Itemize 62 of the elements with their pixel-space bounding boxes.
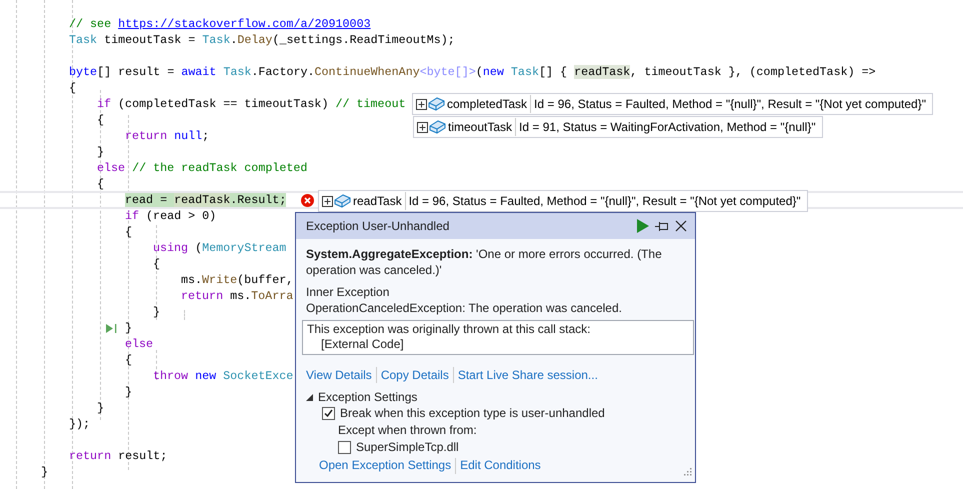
checkbox[interactable] [338,441,351,454]
continue-icon[interactable] [637,219,649,233]
code-line: return null; [125,128,210,144]
code-line: ms.Write(buffer, [181,272,294,288]
expand-icon[interactable] [417,122,428,132]
code-line: throw new SocketExce [153,368,294,384]
variable-name: completedTask [445,95,532,113]
variable-value: Id = 96, Status = Faulted, Method = "{null}", Result = "{Not yet computed}" [408,194,801,208]
object-icon [428,96,445,112]
checkbox-label: SuperSimpleTcp.dll [356,439,459,456]
checkbox-label: Break when this exception type is user-unhandled [340,405,605,422]
details-link[interactable]: View Details [306,367,372,383]
object-icon [429,119,446,135]
variable-value: Id = 96, Status = Faulted, Method = "{null}", Result = "{Not yet computed}" [533,97,926,111]
object-icon [334,193,351,209]
code-line: { [153,256,160,272]
code-line: }); [69,416,90,432]
code-line: { [97,112,104,128]
variable-name: timeoutTask [446,118,516,136]
except-label: Except when thrown from: [338,422,478,439]
code-line: } [153,304,160,320]
details-link[interactable]: Start Live Share session... [458,367,598,383]
code-line: if (read > 0) [125,208,216,224]
variable-name: readTask [351,192,406,210]
details-link[interactable]: Copy Details [380,367,449,383]
popup-title: Exception User-Unhandled [306,219,450,233]
call-stack-heading: This exception was originally thrown at this call stack: [307,322,592,337]
code-line: } [97,400,104,416]
code-line: { [97,176,104,192]
code-line: using (MemoryStream [153,240,286,256]
expander-icon[interactable] [306,394,313,400]
run-to-click-icon[interactable] [106,324,117,333]
inner-exception-heading: Inner Exception [306,284,390,300]
checkbox[interactable] [322,407,335,420]
variable-value: Id = 91, Status = WaitingForActivation, Method = "{null}" [518,120,816,134]
resize-grip-icon[interactable] [684,468,692,476]
code-line: else [125,336,154,352]
settings-heading: Exception Settings [318,389,418,405]
code-line: return result; [69,448,168,464]
inner-exception-message: OperationCanceledException: The operation was canceled. [306,300,623,316]
code-line: { [125,224,132,240]
code-line: Task timeoutTask = Task.Delay(_settings.ReadTimeoutMs); [69,32,455,48]
code-line: else // the readTask completed [97,160,308,176]
exception-message: System.AggregateException: 'One or more errors occurred. (The operation was canceled.)' [306,246,663,278]
expand-icon[interactable] [416,98,427,110]
code-line: } [41,464,48,480]
expand-icon[interactable] [322,196,333,206]
code-line: byte[] result = await Task.Factory.ContinueWhenAny<byte[]>(new Task[] { readTask, timeoutTask }, (completedTask) => [69,64,876,80]
code-line: } [97,144,104,160]
code-line: read = readTask.Result; [125,192,286,208]
code-line: } [125,320,132,336]
code-line: } [125,384,132,400]
code-line: // see https://stackoverflow.com/a/20910003 [69,16,371,32]
code-line: { [69,80,76,96]
settings-link[interactable]: Edit Conditions [460,457,541,474]
settings-link[interactable]: Open Exception Settings [319,457,452,474]
code-line: { [125,352,132,368]
code-line: if (completedTask == timeoutTask) // timeout [97,96,406,112]
code-line: return ms.ToArra [181,288,294,304]
pin-icon[interactable] [655,221,669,231]
close-icon[interactable] [675,220,687,232]
stack-frame: [External Code] [307,337,689,352]
